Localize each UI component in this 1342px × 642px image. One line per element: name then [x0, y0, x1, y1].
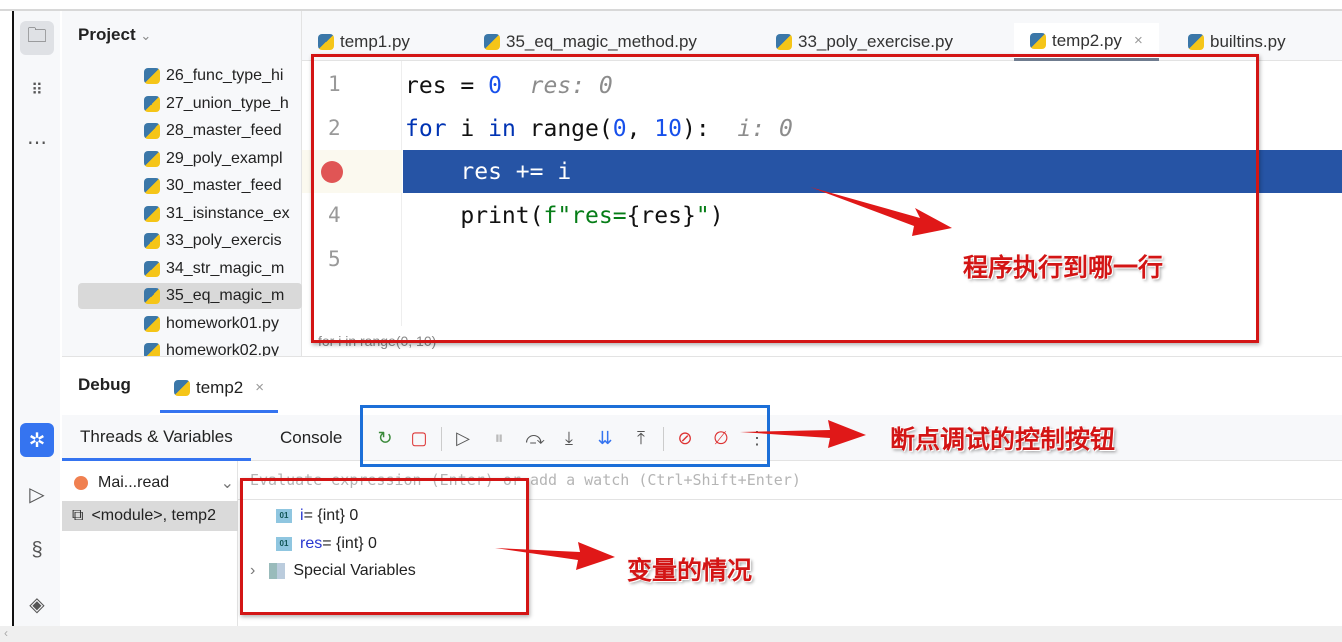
arrow-controls: [740, 420, 866, 448]
annotation-arrows: [495, 187, 952, 570]
annotation-controls: 断点调试的控制按钮: [890, 426, 1116, 454]
annotation-current-line: 程序执行到哪一行: [963, 254, 1164, 282]
arrow-variables: [495, 542, 615, 570]
annotation-variables: 变量的情况: [627, 557, 753, 585]
arrow-current-line: [810, 187, 952, 236]
